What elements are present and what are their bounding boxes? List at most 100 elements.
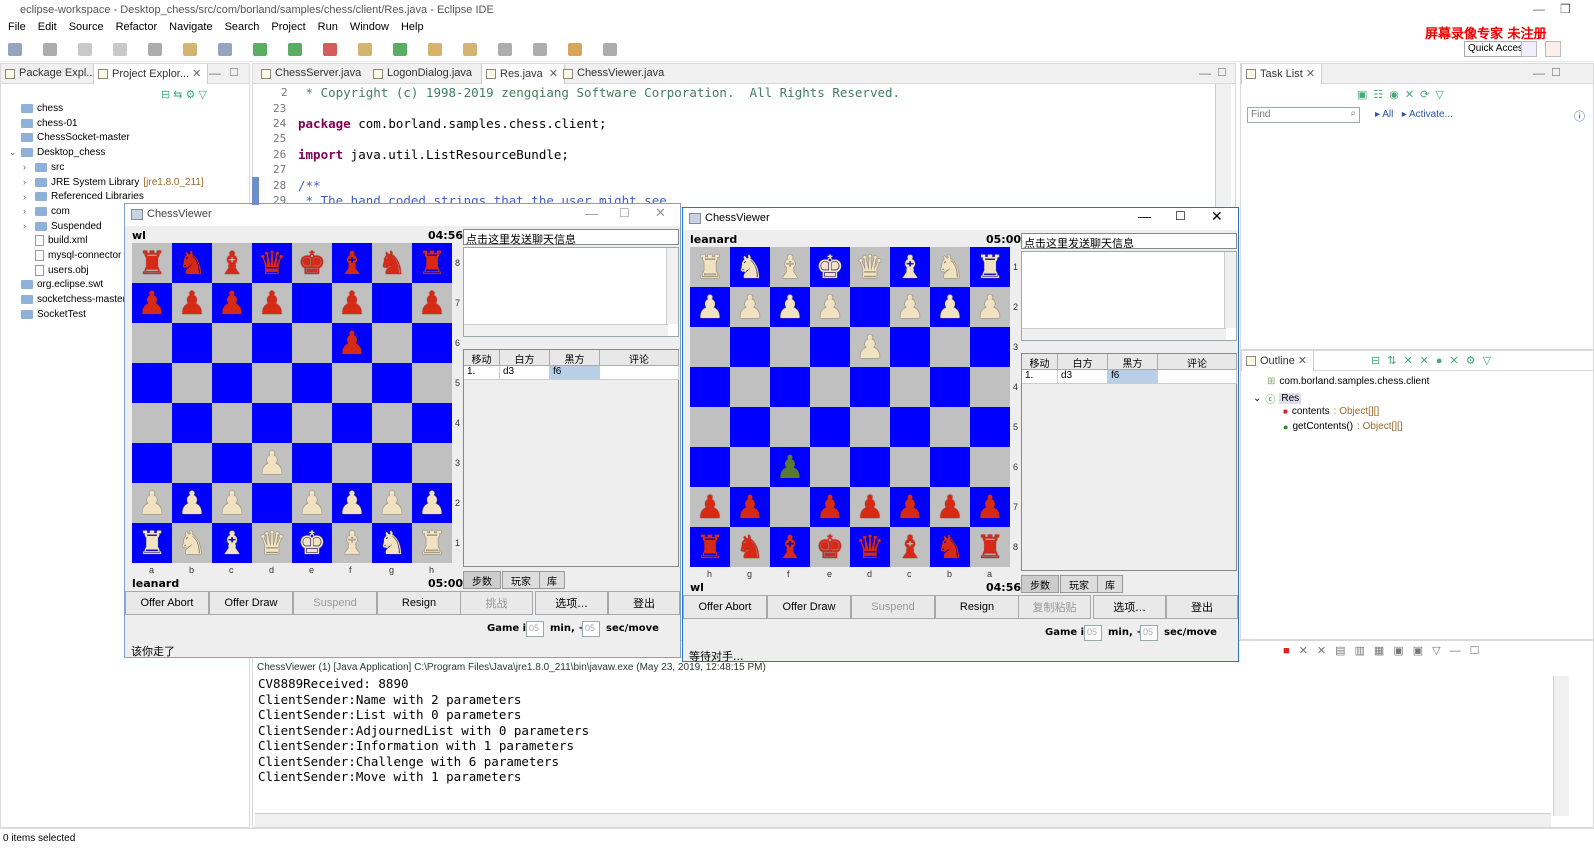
word-wrap-icon[interactable]: ▦ — [1374, 645, 1393, 657]
hide-static-icon[interactable]: ✕ — [1420, 355, 1436, 367]
board-square[interactable] — [372, 443, 412, 483]
board-square[interactable]: ♝ — [770, 527, 810, 567]
board-square[interactable]: ♟ — [810, 487, 850, 527]
board-square[interactable] — [730, 327, 770, 367]
external-tools-icon[interactable] — [323, 43, 337, 56]
white-pawn-icon[interactable]: ♟ — [976, 291, 1005, 323]
move-table-header[interactable]: 黑方 — [1108, 354, 1158, 370]
chevron-right-icon[interactable]: › — [23, 206, 31, 216]
subtab-2[interactable]: 库 — [1097, 575, 1123, 593]
categorize-icon[interactable]: ☷ — [1373, 89, 1389, 101]
board-square[interactable] — [730, 367, 770, 407]
open-task-icon[interactable] — [463, 43, 477, 56]
board-square[interactable]: ♝ — [212, 243, 252, 283]
board-square[interactable] — [172, 403, 212, 443]
move-table-header[interactable]: 白方 — [1058, 354, 1108, 370]
view-menu-icon[interactable]: ▽ — [1483, 355, 1498, 367]
activate-link[interactable]: ▸ Activate... — [1402, 109, 1453, 120]
board-square[interactable] — [770, 327, 810, 367]
board-square[interactable] — [890, 407, 930, 447]
menu-navigate[interactable]: Navigate — [169, 21, 212, 37]
seconds-input[interactable]: 05 — [582, 621, 600, 637]
chat-log[interactable] — [1021, 251, 1237, 341]
all-filter-link[interactable]: ▸ All — [1375, 109, 1393, 120]
board-square[interactable]: ♟ — [970, 487, 1010, 527]
board-square[interactable]: ♟ — [332, 283, 372, 323]
tree-item[interactable]: › com — [23, 206, 70, 217]
white-rook-icon[interactable]: ♜ — [418, 527, 447, 559]
board-square[interactable] — [332, 403, 372, 443]
scroll-lock-icon[interactable]: ▥ — [1355, 645, 1374, 657]
subtab-1[interactable]: 玩家 — [1060, 575, 1098, 593]
move-table-header[interactable]: 移动 — [1022, 354, 1058, 370]
board-square[interactable]: ♟ — [930, 287, 970, 327]
board-square[interactable] — [252, 483, 292, 523]
sync-icon[interactable]: ⟳ — [1420, 89, 1435, 101]
tree-item[interactable]: users.obj — [23, 264, 89, 276]
hide-nonpublic-icon[interactable]: ● — [1436, 355, 1450, 367]
white-bishop-icon[interactable]: ♝ — [218, 527, 247, 559]
board-square[interactable] — [890, 327, 930, 367]
subtab-0[interactable]: 步数 — [1021, 575, 1059, 593]
options-button[interactable]: 选项... — [535, 591, 608, 615]
board-square[interactable]: ♞ — [730, 247, 770, 287]
red-king-icon[interactable]: ♚ — [298, 247, 327, 279]
board-square[interactable]: ♝ — [212, 523, 252, 563]
java-perspective-icon[interactable] — [1545, 41, 1561, 57]
offer-abort-button[interactable]: Offer Abort — [125, 591, 209, 615]
close-icon[interactable]: ✕ — [1298, 355, 1307, 367]
tree-item[interactable]: socketchess-master — [9, 294, 126, 305]
board-square[interactable] — [252, 403, 292, 443]
tree-item[interactable]: build.xml — [23, 235, 87, 247]
outline-item-class[interactable]: ⌄ ⓒ Res — [1253, 391, 1302, 406]
minimize-icon[interactable]: — — [209, 66, 221, 80]
red-bishop-icon[interactable]: ♝ — [338, 247, 367, 279]
board-square[interactable] — [252, 363, 292, 403]
board-square[interactable]: ♚ — [292, 523, 332, 563]
board-square[interactable]: ♟ — [690, 287, 730, 327]
move-table-header[interactable]: 移动 — [464, 350, 500, 366]
save-icon[interactable] — [43, 43, 57, 56]
display-icon[interactable]: ▣ — [1413, 645, 1432, 657]
maximize-icon[interactable]: ☐ — [229, 66, 239, 79]
board-square[interactable]: ♚ — [810, 527, 850, 567]
board-square[interactable]: ♟ — [890, 487, 930, 527]
board-square[interactable] — [850, 407, 890, 447]
board-square[interactable]: ♝ — [890, 247, 930, 287]
outline-item-package[interactable]: ⊞ com.borland.samples.chess.client — [1267, 376, 1429, 387]
red-pawn-icon[interactable]: ♟ — [976, 491, 1005, 523]
board-square[interactable] — [212, 443, 252, 483]
hide-fields-icon[interactable]: ✕ — [1403, 355, 1419, 367]
board-square[interactable] — [930, 367, 970, 407]
board-square[interactable]: ♛ — [850, 527, 890, 567]
board-square[interactable]: ♜ — [970, 247, 1010, 287]
filter-icon[interactable]: ⚙ — [186, 89, 196, 101]
help-icon[interactable]: ⓘ — [1574, 108, 1585, 124]
collapse-icon[interactable]: ⊟ — [1371, 355, 1387, 367]
maximize-icon[interactable]: ☐ — [1217, 66, 1227, 79]
maximize-icon[interactable]: ☐ — [1470, 645, 1489, 657]
red-pawn-icon[interactable]: ♟ — [736, 491, 765, 523]
red-pawn-icon[interactable]: ♟ — [338, 327, 367, 359]
open-type-icon[interactable] — [428, 43, 442, 56]
white-rook-icon[interactable]: ♜ — [976, 251, 1005, 283]
new-task-icon[interactable]: ▣ — [1357, 89, 1373, 101]
white-bishop-icon[interactable]: ♝ — [338, 527, 367, 559]
subtab-0[interactable]: 步数 — [463, 571, 501, 589]
board-square[interactable]: ♜ — [132, 523, 172, 563]
red-bishop-icon[interactable]: ♝ — [218, 247, 247, 279]
focus-icon[interactable]: ◉ — [1389, 89, 1405, 101]
board-square[interactable] — [970, 367, 1010, 407]
red-rook-icon[interactable]: ♜ — [696, 531, 725, 563]
pin-icon[interactable]: ▣ — [1393, 645, 1412, 657]
board-square[interactable]: ♞ — [372, 523, 412, 563]
board-square[interactable]: ♝ — [890, 527, 930, 567]
white-knight-icon[interactable]: ♞ — [378, 527, 407, 559]
board-square[interactable]: ♛ — [252, 523, 292, 563]
board-square[interactable] — [372, 323, 412, 363]
maximize-icon[interactable]: ☐ — [1175, 209, 1186, 223]
board-square[interactable] — [372, 403, 412, 443]
board-square[interactable]: ♟ — [292, 483, 332, 523]
chess-board[interactable]: ♜ ♞ ♝ ♛ ♚ ♝ ♞ ♜ ♟ ♟ ♟ ♟ ♟ ♟ ♟ ♟ ♟ ♟ ♟ ♟ ♟ ♟ ♟ ♜ ♞ ♝ ♛ ♚ ♝ ♞ ♜ — [132, 243, 452, 563]
maximize-icon[interactable]: ☐ — [619, 206, 630, 220]
